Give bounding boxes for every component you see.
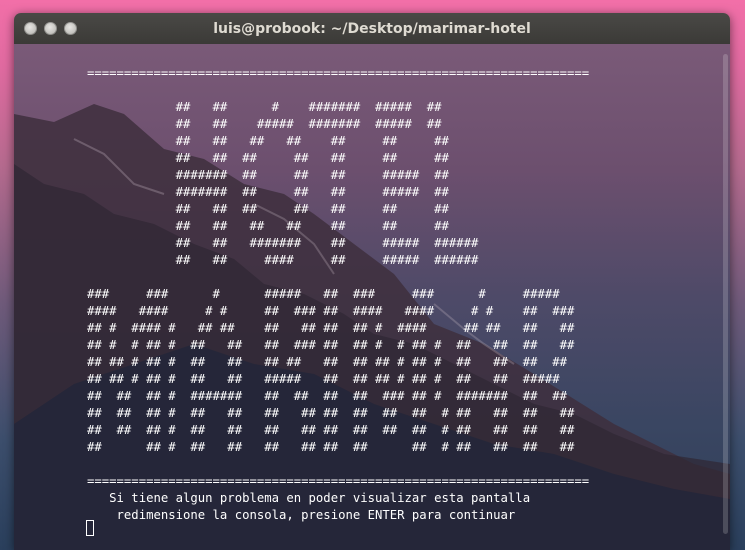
terminal-line: redimensione la consola, presione ENTER …	[87, 508, 516, 522]
terminal-line: ## ## ## # ## ## ## ## ## ## ## ## # ## …	[87, 423, 575, 437]
terminal-line: ## ## ## ## ## ## ##	[87, 202, 449, 216]
terminal-line: ========================================…	[87, 474, 590, 488]
terminal-window: luis@probook: ~/Desktop/marimar-hotel ==…	[14, 13, 730, 550]
terminal-line: ## ## ## # ## ## ## ## ## ## ## ## # ## …	[87, 406, 575, 420]
terminal-line: ## ## ## ## ## ## ##	[87, 151, 449, 165]
terminal-output: ========================================…	[87, 65, 589, 524]
terminal-line: ## # #### # ## ## ## ## ## ## # #### ## …	[87, 321, 575, 335]
scrollbar[interactable]	[723, 54, 728, 534]
terminal-line: #### #### # # ## ### ## #### #### # # ##…	[87, 304, 575, 318]
terminal-line: ### ### # ##### ## ### ### # #####	[87, 287, 560, 301]
terminal-line: ####### ## ## ## ##### ##	[87, 185, 449, 199]
terminal-line: ## ## ##### ####### ##### ##	[87, 117, 442, 131]
terminal-line: ## ## # ## ## ## ## ## ## ## # ## ## ## …	[87, 440, 575, 454]
terminal-line: ## ## # ####### ##### ##	[87, 100, 442, 114]
title-bar[interactable]: luis@probook: ~/Desktop/marimar-hotel	[14, 13, 730, 44]
terminal-line: ## ## ## ## ## ## ##	[87, 134, 449, 148]
terminal-line: ========================================…	[87, 66, 590, 80]
terminal-line: ## ## ## # ####### ## ## ## ## ### ## # …	[87, 389, 567, 403]
terminal-line: ## # # ## # ## ## ## ### ## ## # # ## # …	[87, 338, 575, 352]
terminal-line: ## ## ## ## ## ## ##	[87, 219, 449, 233]
text-cursor	[86, 520, 94, 536]
terminal-line: ## ## # ## # ## ## ##### ## ## ## # ## #…	[87, 372, 560, 386]
terminal-area[interactable]: ========================================…	[14, 44, 730, 550]
terminal-line: ## ## # ## # ## ## ## ## ## ## ## # ## #…	[87, 355, 567, 369]
terminal-line: ## ## #### ## ##### ######	[87, 253, 479, 267]
window-title: luis@probook: ~/Desktop/marimar-hotel	[213, 21, 531, 37]
terminal-line: ## ## ####### ## ##### ######	[87, 236, 479, 250]
terminal-line: ####### ## ## ## ##### ##	[87, 168, 449, 182]
terminal-line: Si tiene algun problema en poder visuali…	[87, 491, 531, 505]
